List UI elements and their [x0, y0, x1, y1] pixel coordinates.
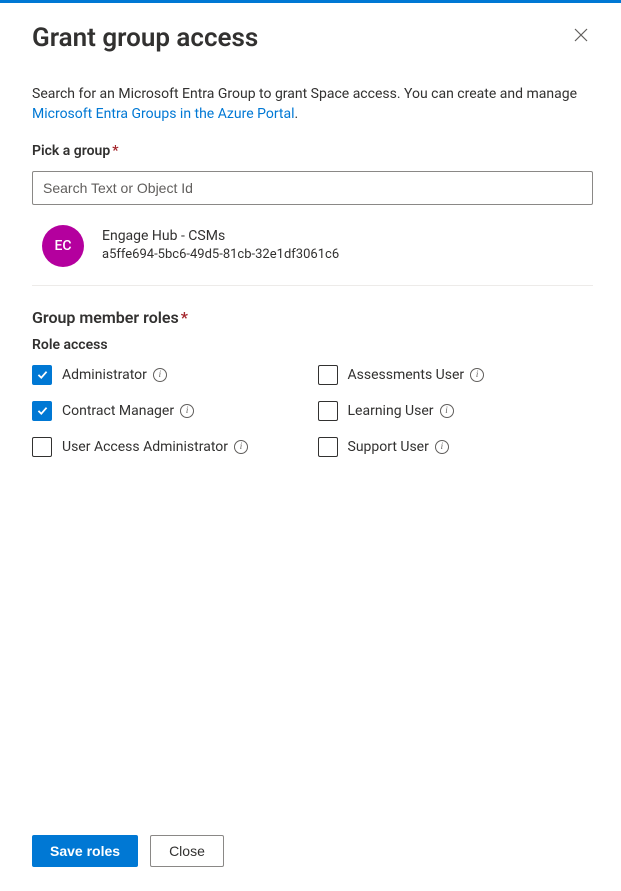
role-checkbox-contract-manager[interactable]: [32, 401, 52, 421]
group-search-input[interactable]: [32, 171, 593, 205]
required-asterisk: *: [181, 308, 188, 327]
role-checkbox-support-user[interactable]: [318, 437, 338, 457]
role-checkbox-administrator[interactable]: [32, 365, 52, 385]
intro-before: Search for an Microsoft Entra Group to g…: [32, 86, 577, 102]
role-item-contract-manager: Contract Manageri: [32, 401, 308, 421]
roles-header: Group member roles*: [32, 308, 593, 327]
checkmark-icon: [36, 404, 49, 417]
panel-header: Grant group access: [32, 23, 593, 54]
role-label: Administratori: [62, 367, 167, 383]
role-checkbox-user-access-administrator[interactable]: [32, 437, 52, 457]
group-info: Engage Hub - CSMs a5ffe694-5bc6-49d5-81c…: [102, 227, 339, 265]
role-item-assessments-user: Assessments Useri: [318, 365, 594, 385]
close-button[interactable]: Close: [150, 835, 224, 867]
role-item-user-access-administrator: User Access Administratori: [32, 437, 308, 457]
intro-text: Search for an Microsoft Entra Group to g…: [32, 84, 593, 125]
info-icon[interactable]: i: [470, 368, 484, 382]
group-object-id: a5ffe694-5bc6-49d5-81cb-32e1df3061c6: [102, 246, 339, 264]
role-label: Learning Useri: [348, 403, 454, 419]
role-item-learning-user: Learning Useri: [318, 401, 594, 421]
role-item-support-user: Support Useri: [318, 437, 594, 457]
group-avatar: EC: [42, 225, 84, 267]
role-checkbox-assessments-user[interactable]: [318, 365, 338, 385]
role-item-administrator: Administratori: [32, 365, 308, 385]
checkmark-icon: [36, 368, 49, 381]
intro-after: .: [295, 106, 299, 122]
group-name: Engage Hub - CSMs: [102, 227, 339, 247]
role-label: User Access Administratori: [62, 439, 248, 455]
close-icon-button[interactable]: [569, 23, 593, 50]
role-label: Assessments Useri: [348, 367, 485, 383]
save-roles-button[interactable]: Save roles: [32, 835, 138, 867]
selected-group-row[interactable]: EC Engage Hub - CSMs a5ffe694-5bc6-49d5-…: [32, 219, 593, 286]
entra-portal-link[interactable]: Microsoft Entra Groups in the Azure Port…: [32, 106, 295, 122]
panel-title: Grant group access: [32, 23, 258, 54]
info-icon[interactable]: i: [234, 440, 248, 454]
info-icon[interactable]: i: [435, 440, 449, 454]
roles-grid: Administratori Assessments Useri Contract …: [32, 365, 593, 457]
info-icon[interactable]: i: [153, 368, 167, 382]
panel-footer: Save roles Close: [32, 835, 593, 867]
pick-group-label: Pick a group*: [32, 143, 593, 159]
role-label: Support Useri: [348, 439, 449, 455]
info-icon[interactable]: i: [180, 404, 194, 418]
close-icon: [573, 27, 589, 43]
info-icon[interactable]: i: [440, 404, 454, 418]
required-asterisk: *: [112, 143, 118, 159]
role-label: Contract Manageri: [62, 403, 194, 419]
roles-subheader: Role access: [32, 337, 593, 353]
role-checkbox-learning-user[interactable]: [318, 401, 338, 421]
grant-group-access-panel: Grant group access Search for an Microso…: [0, 3, 621, 891]
